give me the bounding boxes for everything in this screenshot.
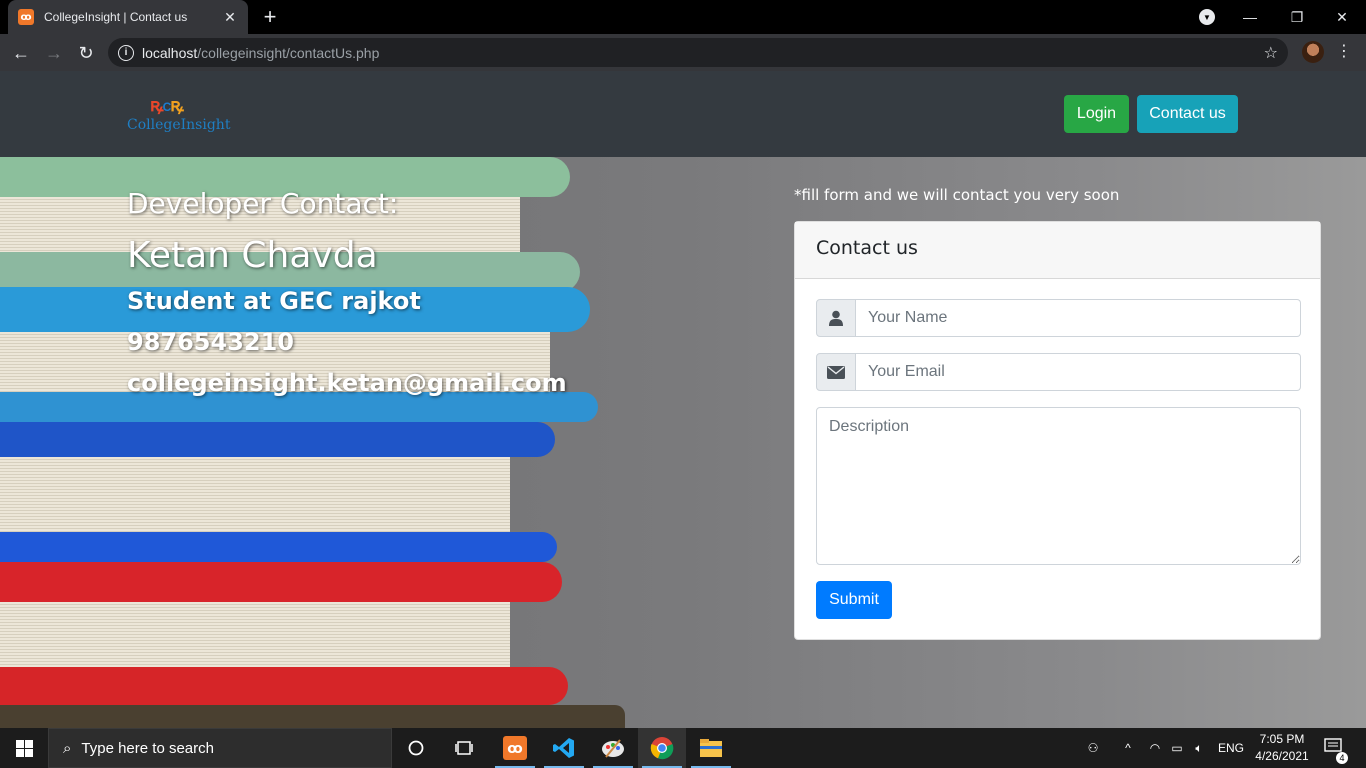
taskbar-search[interactable]: ⌕ Type here to search <box>48 728 392 768</box>
developer-email: collegeinsight.ketan@gmail.com <box>127 369 567 397</box>
xampp-icon: ꝏ <box>18 9 34 25</box>
email-input[interactable] <box>856 353 1301 391</box>
developer-phone: 9876543210 <box>127 328 294 356</box>
profile-avatar[interactable] <box>1302 41 1324 63</box>
description-textarea[interactable] <box>816 407 1301 565</box>
forward-icon[interactable]: → <box>42 41 66 65</box>
developer-name: Ketan Chavda <box>127 235 378 276</box>
search-icon: ⌕ <box>63 739 72 757</box>
people-icon[interactable]: ⚇ <box>1084 728 1102 768</box>
url-path: /collegeinsight/contactUs.php <box>197 44 380 61</box>
site-logo[interactable]: ꝶCꝶ CollegeInsight <box>126 91 236 135</box>
bookmark-star-icon[interactable]: ☆ <box>1264 43 1278 63</box>
windows-taskbar: ⌕ Type here to search ꝏ ⚇ ^ ◠ ▭ 🔈︎ ENG 7… <box>0 728 1366 768</box>
contact-form-title: Contact us <box>795 222 1320 279</box>
developer-role: Student at GEC rajkot <box>127 287 421 315</box>
clock-date: 4/26/2021 <box>1255 749 1309 763</box>
language-indicator[interactable]: ENG <box>1216 728 1246 768</box>
volume-icon[interactable]: 🔈︎ <box>1190 728 1208 768</box>
logo-text: CollegeInsight <box>127 117 231 133</box>
hero-section: Developer Contact: Ketan Chavda Student … <box>0 157 1366 728</box>
developer-heading: Developer Contact: <box>127 187 399 220</box>
wifi-icon[interactable]: ◠ <box>1146 728 1164 768</box>
envelope-icon <box>816 353 856 391</box>
browser-tab[interactable]: ꝏ CollegeInsight | Contact us ✕ <box>8 0 248 34</box>
vscode-taskbar-icon[interactable] <box>540 728 588 768</box>
task-view-icon[interactable] <box>440 728 488 768</box>
windows-start-icon[interactable] <box>0 728 48 768</box>
show-hidden-icons-icon[interactable]: ^ <box>1120 728 1136 768</box>
reload-icon[interactable]: ↻ <box>74 41 98 65</box>
battery-icon[interactable]: ▭ <box>1168 728 1186 768</box>
web-page: ꝶCꝶ CollegeInsight Login Contact us Deve… <box>0 71 1366 728</box>
contact-us-button[interactable]: Contact us <box>1137 95 1238 133</box>
xampp-taskbar-icon[interactable]: ꝏ <box>491 728 539 768</box>
file-explorer-icon[interactable] <box>687 728 735 768</box>
url-host: localhost <box>142 44 198 61</box>
notification-count-badge: 4 <box>1336 752 1348 764</box>
clock-time: 7:05 PM <box>1259 732 1305 746</box>
chrome-taskbar-icon[interactable] <box>638 728 686 768</box>
window-close-icon[interactable]: ✕ <box>1330 0 1354 34</box>
form-hint: *fill form and we will contact you very … <box>794 186 1120 204</box>
tab-search-icon[interactable]: ▼ <box>1199 9 1215 25</box>
login-button[interactable]: Login <box>1064 95 1129 133</box>
tab-close-icon[interactable]: ✕ <box>222 9 238 26</box>
email-input-group <box>816 353 1301 391</box>
notification-center-icon[interactable]: 4 <box>1324 738 1348 764</box>
contact-form-card: Contact us Submit <box>794 221 1321 640</box>
submit-button[interactable]: Submit <box>816 581 892 619</box>
taskbar-search-placeholder: Type here to search <box>81 739 214 757</box>
cortana-icon[interactable] <box>392 728 440 768</box>
tab-title: CollegeInsight | Contact us <box>44 10 188 24</box>
name-input-group <box>816 299 1301 337</box>
paint-taskbar-icon[interactable] <box>589 728 637 768</box>
minimize-icon[interactable]: — <box>1238 0 1262 34</box>
menu-kebab-icon[interactable]: ⋮ <box>1336 40 1352 64</box>
taskbar-clock[interactable]: 7:05 PM 4/26/2021 <box>1250 731 1314 765</box>
new-tab-icon[interactable]: + <box>258 5 282 29</box>
logo-mark-icon: ꝶCꝶ <box>150 95 184 115</box>
browser-toolbar: ← → ↻ i localhost/collegeinsight/contact… <box>0 34 1366 71</box>
site-navbar: ꝶCꝶ CollegeInsight Login Contact us <box>0 71 1366 157</box>
user-icon <box>816 299 856 337</box>
address-bar[interactable]: i localhost/collegeinsight/contactUs.php… <box>108 38 1288 67</box>
back-icon[interactable]: ← <box>9 41 33 65</box>
restore-icon[interactable]: ❐ <box>1285 0 1309 34</box>
site-info-icon[interactable]: i <box>118 44 134 61</box>
browser-tab-bar: ꝏ CollegeInsight | Contact us ✕ + ▼ — ❐ … <box>0 0 1366 34</box>
name-input[interactable] <box>856 299 1301 337</box>
